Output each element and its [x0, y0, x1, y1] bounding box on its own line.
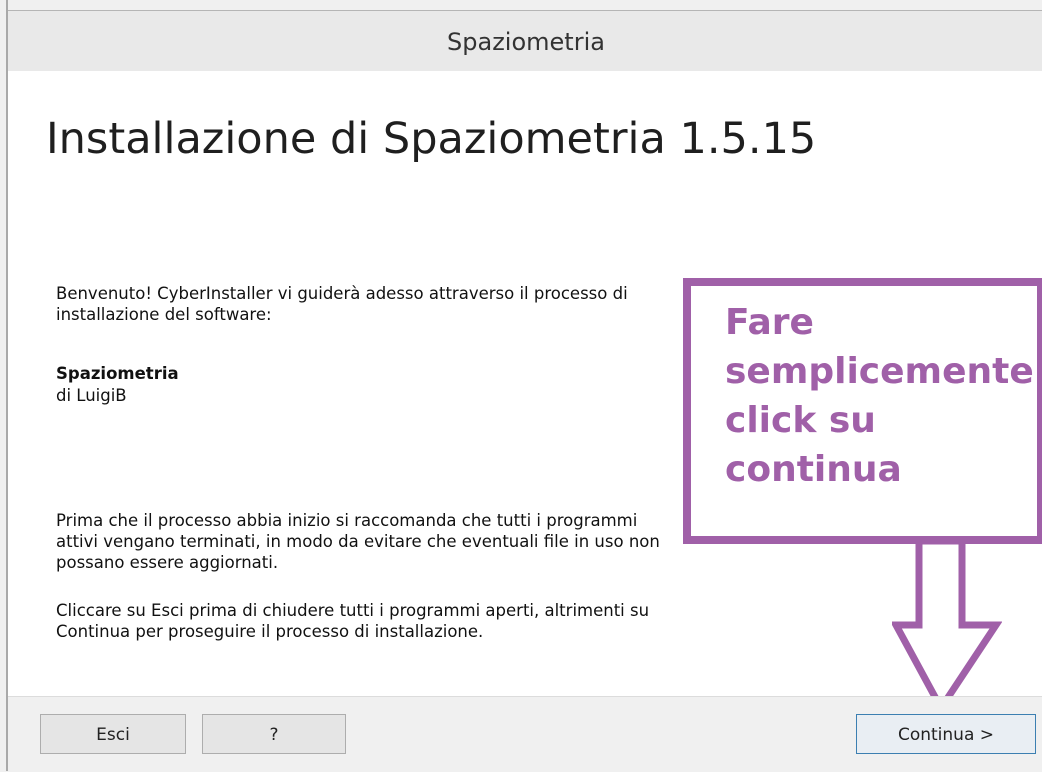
app-name: Spaziometria: [56, 364, 179, 383]
instructions-text: Cliccare su Esci prima di chiudere tutti…: [56, 601, 650, 641]
page-title: Installazione di Spaziometria 1.5.15: [46, 114, 817, 164]
window-title: Spaziometria: [8, 10, 1042, 72]
app-author: di LuigiB: [56, 386, 127, 405]
annotation-text: Fare semplicemente click su continua: [725, 302, 1034, 490]
button-bar: Esci ? Continua >: [8, 696, 1042, 772]
help-button[interactable]: ?: [202, 714, 346, 754]
continue-button[interactable]: Continua >: [856, 714, 1036, 754]
exit-button[interactable]: Esci: [40, 714, 186, 754]
annotation-callout: Fare semplicemente click su continua: [683, 278, 1042, 544]
warning-text: Prima che il processo abbia inizio si ra…: [56, 511, 660, 572]
installer-window: Spaziometria Installazione di Spaziometr…: [6, 0, 1042, 772]
down-arrow-icon: [892, 537, 1002, 712]
welcome-text: Benvenuto! CyberInstaller vi guiderà ade…: [56, 284, 628, 324]
